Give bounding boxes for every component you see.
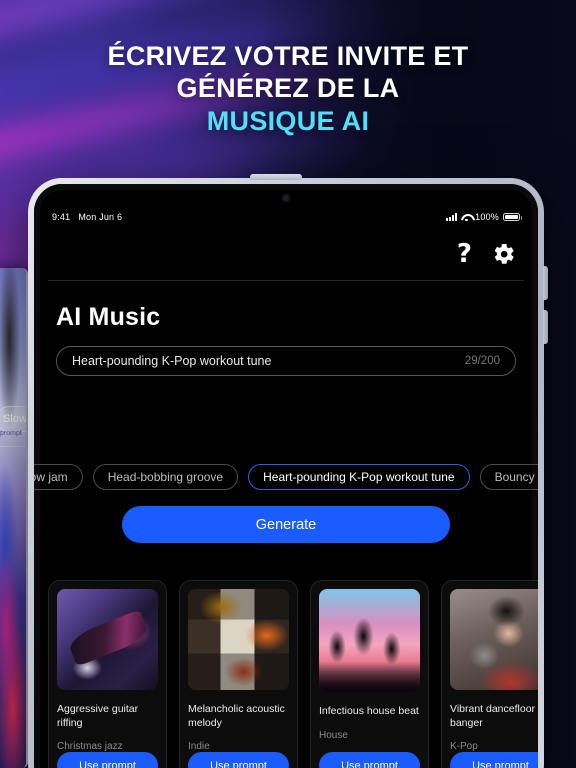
prompt-card[interactable]: Infectious house beat House Use prompt <box>310 580 429 768</box>
prompt-card[interactable]: Vibrant dancefloor banger K-Pop Use prom… <box>441 580 538 768</box>
suggestion-chip[interactable]: Bouncy summer anthem <box>479 464 538 490</box>
prompt-card-genre: Christmas jazz <box>57 741 123 753</box>
prompt-card-name: Melancholic acoustic melody <box>188 703 285 729</box>
use-prompt-button[interactable]: Use prompt <box>450 752 538 768</box>
page-title: AI Music <box>56 303 161 331</box>
promo-headline: ÉCRIVEZ VOTRE INVITE ET GÉNÉREZ DE LA MU… <box>0 40 576 137</box>
secondary-device-sublabel: prompt <box>0 430 22 437</box>
generate-button[interactable]: Generate <box>122 506 450 543</box>
prompt-card-genre: House <box>319 729 348 741</box>
use-prompt-button[interactable]: Use prompt <box>319 752 420 768</box>
prompt-card-name: Aggressive guitar riffing <box>57 703 139 729</box>
use-prompt-button[interactable]: Use prompt <box>57 752 158 768</box>
battery-percent-label: 100% <box>475 212 499 222</box>
question-mark-icon[interactable]: ? <box>457 241 472 267</box>
prompt-character-counter: 29/200 <box>464 355 500 367</box>
suggestion-chip[interactable]: Slow jam <box>34 464 83 490</box>
headline-accent: MUSIQUE AI <box>206 105 370 136</box>
prompt-card[interactable]: Aggressive guitar riffing Christmas jazz… <box>48 580 167 768</box>
prompt-input[interactable]: Heart-pounding K-Pop workout tune 29/200 <box>56 346 516 376</box>
power-button[interactable] <box>250 174 302 180</box>
prompt-card-genre: K-Pop <box>450 741 478 753</box>
secondary-device-screenshot <box>0 268 26 768</box>
prompt-card-list: Aggressive guitar riffing Christmas jazz… <box>48 580 538 768</box>
suggestion-chip[interactable]: Head-bobbing groove <box>92 464 239 490</box>
secondary-device-chip: Slow jam <box>0 406 26 432</box>
electric-guitar-image <box>57 589 158 691</box>
headline-line-2: GÉNÉREZ DE LA <box>176 73 400 104</box>
tablet-screen: 9:41 Mon Jun 6 100% ? AI Music Heart-pou… <box>34 184 538 768</box>
app-content: ? AI Music Heart-pounding K-Pop workout … <box>34 228 538 768</box>
status-bar-time: 9:41 <box>52 212 71 222</box>
tablet-device: 9:41 Mon Jun 6 100% ? AI Music Heart-pou… <box>28 174 548 768</box>
palm-trees-sunset-image <box>319 589 420 692</box>
prompt-input-value[interactable]: Heart-pounding K-Pop workout tune <box>72 354 271 368</box>
wifi-icon <box>461 213 471 221</box>
gear-icon[interactable] <box>492 242 516 266</box>
battery-icon <box>503 212 522 222</box>
suggestion-chip-list[interactable]: Slow jam Head-bobbing groove Heart-pound… <box>34 464 538 490</box>
secondary-device-divider <box>0 446 26 447</box>
volume-up-button[interactable] <box>543 266 548 300</box>
cellular-signal-icon <box>446 213 458 221</box>
front-camera-icon <box>283 195 289 201</box>
prompt-card[interactable]: Melancholic acoustic melody Indie Use pr… <box>179 580 298 768</box>
guitar-amps-image <box>188 589 289 691</box>
prompt-card-genre: Indie <box>188 741 210 753</box>
use-prompt-button[interactable]: Use prompt <box>188 752 289 768</box>
status-bar-date: Mon Jun 6 <box>78 212 123 222</box>
status-bar: 9:41 Mon Jun 6 100% <box>34 208 538 226</box>
kpop-singer-image <box>450 589 538 691</box>
volume-down-button[interactable] <box>543 310 548 344</box>
app-top-bar: ? <box>34 228 538 280</box>
prompt-card-name: Infectious house beat <box>319 705 419 717</box>
secondary-device-partial: Slow jam prompt <box>0 268 28 768</box>
headline-line-1: ÉCRIVEZ VOTRE INVITE ET <box>107 41 469 71</box>
suggestion-chip-active[interactable]: Heart-pounding K-Pop workout tune <box>248 464 470 490</box>
prompt-card-name: Vibrant dancefloor banger <box>450 703 536 729</box>
